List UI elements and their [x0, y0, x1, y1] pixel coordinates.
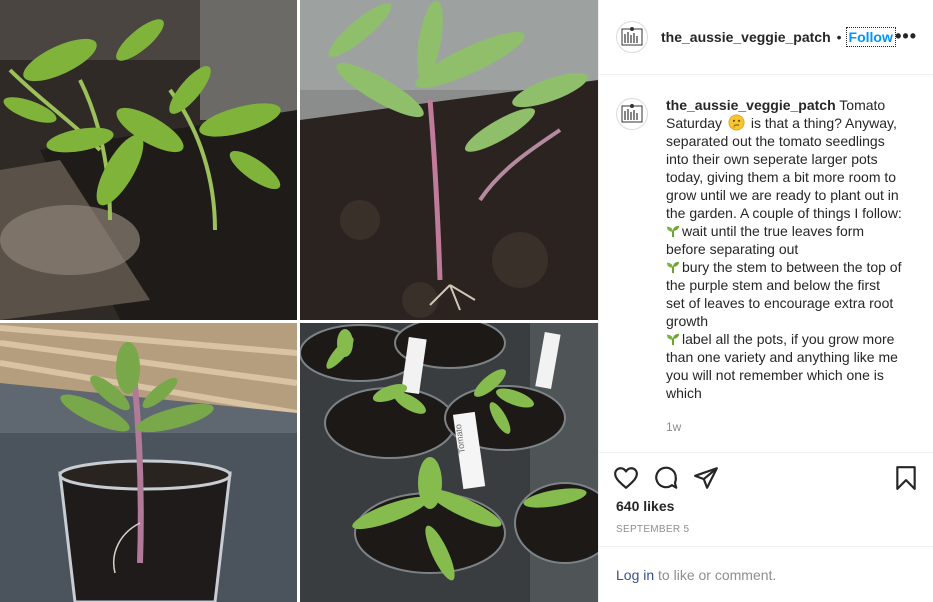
- post-header: the_aussie_veggie_patch • Follow •••: [599, 0, 933, 75]
- photo-tile-separated-seedling: [300, 0, 598, 320]
- post-date: SEPTEMBER 5: [616, 524, 690, 535]
- caption-tip: bury the stem to between the top of the …: [666, 259, 902, 329]
- profile-logo-icon: [621, 104, 643, 123]
- caption-text: the_aussie_veggie_patch Tomato Saturday …: [666, 96, 902, 436]
- separator-dot: •: [836, 29, 842, 45]
- photo-tile-seedling-in-pot: [0, 323, 297, 602]
- caption-username[interactable]: the_aussie_veggie_patch: [666, 97, 836, 113]
- caption-tip: wait until the true leaves form before s…: [666, 223, 865, 257]
- login-prompt: Log in to like or comment.: [599, 546, 933, 602]
- avatar[interactable]: [616, 21, 648, 53]
- profile-logo-icon: [621, 27, 643, 46]
- caption: the_aussie_veggie_patch Tomato Saturday …: [616, 96, 917, 436]
- comments-area[interactable]: the_aussie_veggie_patch Tomato Saturday …: [599, 76, 933, 452]
- photo-tile-labelled-pots: Tomato: [300, 323, 598, 602]
- seedling-emoji-icon: [666, 261, 680, 274]
- photo-tile-seedlings-tray: [0, 0, 297, 320]
- comment-icon[interactable]: [653, 465, 679, 491]
- bookmark-icon[interactable]: [893, 465, 919, 491]
- seedling-emoji-icon: [666, 225, 680, 238]
- action-icon-row: [613, 465, 919, 491]
- thinking-face-emoji-icon: [728, 114, 745, 131]
- post-time-ago[interactable]: 1w: [666, 418, 902, 436]
- seedling-emoji-icon: [666, 333, 680, 346]
- post-actions: 640 likes SEPTEMBER 5 Log in to like or …: [599, 452, 933, 602]
- follow-button[interactable]: Follow: [845, 27, 896, 47]
- caption-tip: label all the pots, if you grow more tha…: [666, 331, 898, 401]
- post-photo[interactable]: Tomato: [0, 0, 598, 602]
- login-prompt-text: to like or comment.: [654, 567, 777, 583]
- share-icon[interactable]: [693, 465, 719, 491]
- post-side-panel: the_aussie_veggie_patch • Follow ••• the…: [598, 0, 933, 602]
- heart-icon[interactable]: [613, 465, 639, 491]
- login-link[interactable]: Log in: [616, 567, 654, 583]
- more-options-icon[interactable]: •••: [895, 26, 917, 47]
- likes-count[interactable]: 640 likes: [616, 498, 674, 514]
- caption-avatar[interactable]: [616, 98, 648, 130]
- post-author-username[interactable]: the_aussie_veggie_patch: [661, 29, 831, 45]
